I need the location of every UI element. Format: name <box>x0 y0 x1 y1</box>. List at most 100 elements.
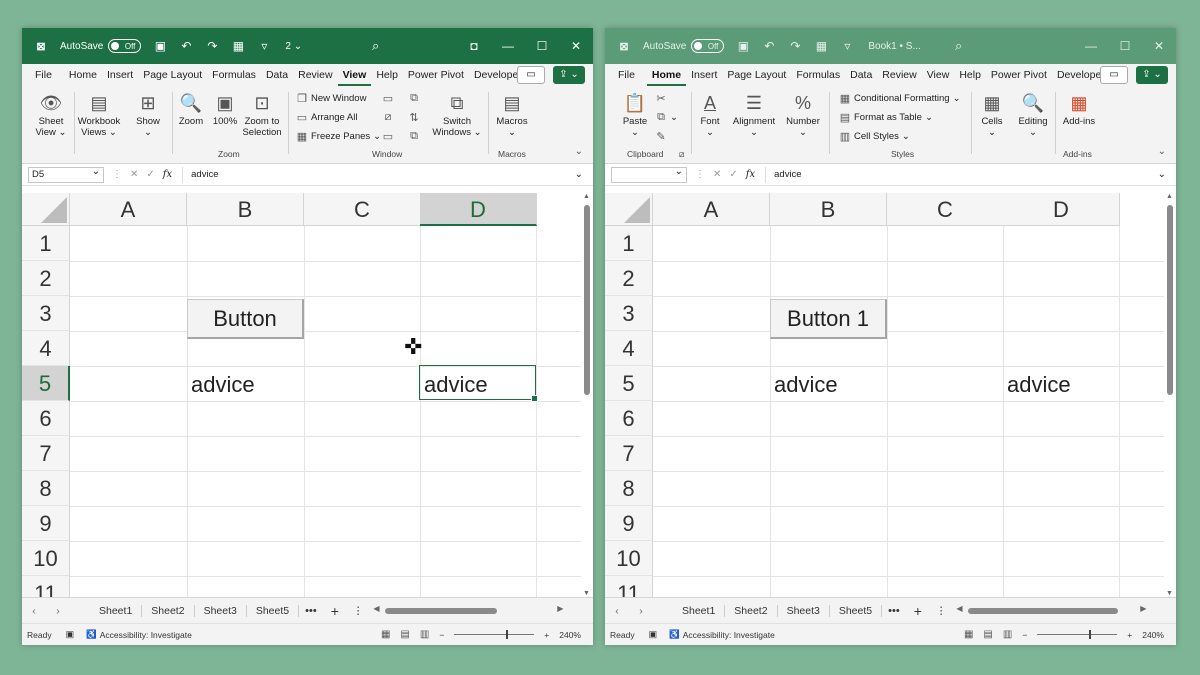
horizontal-scrollbar[interactable]: ◀ ▶ <box>373 604 563 616</box>
font-button[interactable]: A Font ⌄ <box>693 92 727 138</box>
scroll-up-icon[interactable]: ▲ <box>583 193 590 200</box>
form-icon[interactable]: ▦ <box>814 39 828 53</box>
tab-formulas[interactable]: Formulas <box>791 64 845 86</box>
tab-view[interactable]: View <box>922 64 955 86</box>
row-header-4[interactable]: 4 <box>605 331 653 366</box>
new-window-button[interactable]: ❐ New Window <box>296 92 366 105</box>
form-button[interactable]: Button 1 <box>770 299 887 339</box>
prev-sheet-icon[interactable]: ‹ <box>22 605 46 617</box>
add-sheet-icon[interactable]: + <box>331 603 339 619</box>
zoom-slider[interactable] <box>454 630 535 639</box>
minimize-icon[interactable]: — <box>1074 39 1108 53</box>
scroll-right-icon[interactable]: ▶ <box>557 604 563 613</box>
close-icon[interactable]: ✕ <box>559 39 593 53</box>
zoom-out-icon[interactable]: − <box>1022 630 1027 640</box>
cancel-icon[interactable]: ✕ <box>713 169 721 180</box>
row-header-2[interactable]: 2 <box>605 261 653 296</box>
tab-formulas[interactable]: Formulas <box>207 64 261 86</box>
share-button[interactable]: ⇪ ⌄ <box>553 66 585 84</box>
formula-input[interactable]: advice <box>182 166 593 183</box>
side-by-side-button[interactable]: ⧉ <box>408 92 420 105</box>
row-header-6[interactable]: 6 <box>22 401 70 436</box>
hide-button[interactable]: ⧄ <box>382 111 394 124</box>
show-button[interactable]: ⊞ Show ⌄ <box>130 92 166 138</box>
tab-help[interactable]: Help <box>954 64 986 86</box>
comments-button[interactable]: ▭ <box>1100 66 1128 84</box>
column-header-a[interactable]: A <box>653 193 770 226</box>
redo-icon[interactable]: ↷ <box>205 39 219 53</box>
worksheet-grid[interactable]: A B C D 1 2 3 4 5 6 7 8 9 10 11 Button a… <box>22 193 593 597</box>
tab-file[interactable]: File <box>613 64 647 86</box>
cell-styles-button[interactable]: ▥ Cell Styles ⌄ <box>839 130 910 143</box>
sheet-tab-sheet2[interactable]: Sheet2 <box>142 604 195 617</box>
row-header-6[interactable]: 6 <box>605 401 653 436</box>
tab-home[interactable]: Home <box>64 64 102 86</box>
row-header-4[interactable]: 4 <box>22 331 70 366</box>
row-header-9[interactable]: 9 <box>22 506 70 541</box>
insert-function-icon[interactable]: fx <box>163 169 172 180</box>
cut-button[interactable]: ✂ <box>655 92 667 105</box>
add-sheet-icon[interactable]: + <box>914 603 922 619</box>
undo-icon[interactable]: ↶ <box>762 39 776 53</box>
close-icon[interactable]: ✕ <box>1142 39 1176 53</box>
zoom-100-button[interactable]: ▣ 100% <box>210 92 240 127</box>
column-header-a[interactable]: A <box>70 193 187 226</box>
column-header-b[interactable]: B <box>770 193 887 226</box>
zoom-out-icon[interactable]: − <box>439 630 444 640</box>
row-header-5[interactable]: 5 <box>605 366 653 401</box>
form-button[interactable]: Button <box>187 299 304 339</box>
cancel-icon[interactable]: ✕ <box>130 169 138 180</box>
scroll-down-icon[interactable]: ▼ <box>1166 590 1173 597</box>
column-header-c[interactable]: C <box>304 193 421 226</box>
sheet-tab-sheet3[interactable]: Sheet3 <box>195 604 247 617</box>
prev-sheet-icon[interactable]: ‹ <box>605 605 629 617</box>
name-box[interactable] <box>611 165 687 183</box>
split-button[interactable]: ▭ <box>382 92 394 105</box>
freeze-panes-button[interactable]: ▦ Freeze Panes ⌄ <box>296 130 381 143</box>
macros-button[interactable]: ▤ Macros ⌄ <box>492 92 532 138</box>
tab-power-pivot[interactable]: Power Pivot <box>403 64 469 86</box>
row-header-5[interactable]: 5 <box>22 366 70 401</box>
tab-insert[interactable]: Insert <box>686 64 722 86</box>
scroll-right-icon[interactable]: ▶ <box>1140 604 1146 613</box>
more-sheets-icon[interactable]: ••• <box>305 605 317 617</box>
save-icon[interactable]: ▣ <box>153 39 167 53</box>
customize-icon[interactable]: ▿ <box>840 39 854 53</box>
clipboard-launcher-icon[interactable]: ⧄ <box>679 149 684 160</box>
row-header-2[interactable]: 2 <box>22 261 70 296</box>
cell-d5[interactable]: advice <box>1003 366 1120 401</box>
switch-windows-button[interactable]: ⧉ Switch Windows ⌄ <box>430 92 484 138</box>
tab-power-pivot[interactable]: Power Pivot <box>986 64 1052 86</box>
sheet-view-button[interactable]: 👁 Sheet View ⌄ <box>32 92 70 138</box>
page-break-view-icon[interactable]: ▥ <box>420 629 429 640</box>
copy-button[interactable]: ⧉ ⌄ <box>655 111 678 124</box>
sheet-tab-sheet2[interactable]: Sheet2 <box>725 604 778 617</box>
tab-data[interactable]: Data <box>845 64 877 86</box>
horizontal-scrollbar[interactable]: ◀ ▶ <box>956 604 1146 616</box>
unhide-button[interactable]: ▭ <box>382 130 394 143</box>
next-sheet-icon[interactable]: › <box>629 605 653 617</box>
row-header-8[interactable]: 8 <box>605 471 653 506</box>
cells-button[interactable]: ▦ Cells ⌄ <box>975 92 1009 138</box>
zoom-button[interactable]: 🔍 Zoom <box>174 92 208 127</box>
maximize-icon[interactable]: ☐ <box>525 39 559 53</box>
cell-d5[interactable]: advice <box>419 365 538 402</box>
column-header-d[interactable]: D <box>420 193 537 226</box>
page-layout-view-icon[interactable]: ▤ <box>983 629 992 640</box>
addins-button[interactable]: ▦ Add-ins <box>1059 92 1099 127</box>
sync-scroll-button[interactable]: ⇅ <box>408 111 420 124</box>
select-all-corner[interactable] <box>605 193 653 226</box>
next-sheet-icon[interactable]: › <box>46 605 70 617</box>
autosave-toggle[interactable]: Off <box>108 39 142 53</box>
format-painter-button[interactable]: ✎ <box>655 130 667 143</box>
autosave-toggle[interactable]: Off <box>691 39 725 53</box>
sheet-options-icon[interactable]: ⋮ <box>353 605 364 617</box>
file-name[interactable]: Book1 • S... <box>868 41 920 52</box>
sheet-tab-sheet5[interactable]: Sheet5 <box>247 604 300 617</box>
search-icon[interactable]: ⌕ <box>955 38 962 54</box>
share-button[interactable]: ⇪ ⌄ <box>1136 66 1168 84</box>
row-header-7[interactable]: 7 <box>605 436 653 471</box>
insert-function-icon[interactable]: fx <box>746 169 755 180</box>
coauthor-icon[interactable]: ◘ <box>457 39 491 53</box>
column-header-d[interactable]: D <box>1003 193 1120 226</box>
